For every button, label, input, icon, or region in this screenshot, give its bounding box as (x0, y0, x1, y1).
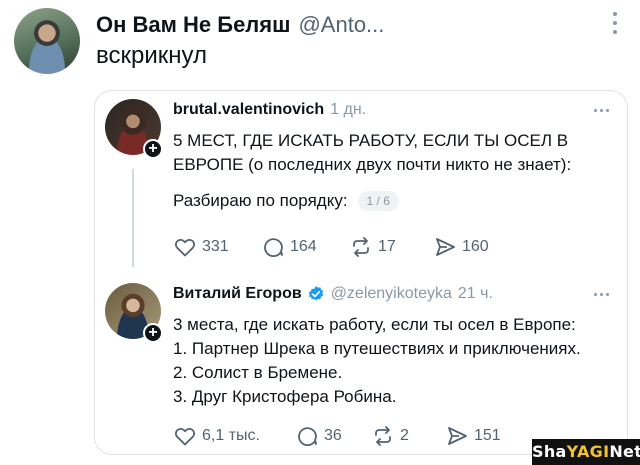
follow-plus-icon[interactable]: + (143, 323, 163, 343)
share-button[interactable]: 151 (445, 424, 501, 448)
like-button[interactable]: 331 (173, 235, 261, 259)
comment-icon (298, 427, 317, 446)
post-text: вскрикнул (96, 42, 207, 69)
thread-post-header: brutal.valentinovich 1 дн. (173, 101, 366, 119)
thread-intro-text: Разбираю по порядку: (173, 191, 348, 210)
reply-post-text: 3 места, где искать работу, если ты осел… (173, 313, 613, 409)
comment-count: 164 (290, 238, 317, 255)
comment-button[interactable]: 164 (261, 235, 349, 259)
reply-line: 3. Друг Кристофера Робина. (173, 387, 397, 406)
repost-icon (375, 426, 391, 446)
reply-post-header: Виталий Егоров @zelenyikoteyka 21 ч. (173, 285, 493, 303)
reply-time: 21 ч. (457, 285, 493, 302)
like-count: 6,1 тыс. (202, 427, 260, 444)
more-dots-icon[interactable] (594, 293, 609, 296)
more-dots-icon[interactable] (594, 109, 609, 112)
thread-time: 1 дн. (330, 101, 367, 118)
thread-connector-line (132, 169, 134, 267)
share-count: 151 (474, 427, 501, 444)
like-count: 331 (202, 238, 229, 255)
post-header: Он Вам Не Беляш @Anto... (96, 10, 620, 40)
reply-line: 2. Солист в Бремене. (173, 363, 343, 382)
share-icon (436, 238, 455, 256)
thread-username[interactable]: brutal.valentinovich (173, 101, 324, 119)
repost-icon (353, 237, 369, 257)
profile-avatar[interactable] (14, 8, 80, 74)
comment-count: 36 (324, 427, 342, 444)
reply-display-name[interactable]: Виталий Егоров (173, 285, 302, 303)
share-icon (448, 427, 467, 445)
share-button[interactable]: 160 (433, 235, 489, 259)
follow-plus-icon[interactable]: + (143, 139, 163, 159)
repost-count: 2 (400, 427, 409, 444)
reply-line: 3 места, где искать работу, если ты осел… (173, 315, 576, 334)
thread-intro: Разбираю по порядку: 1 / 6 (173, 191, 399, 211)
comment-icon (264, 238, 283, 257)
watermark-logo: ShaYAGINet (532, 439, 640, 465)
kebab-menu-icon[interactable] (612, 12, 618, 34)
reply-handle[interactable]: @zelenyikoteyka (331, 285, 452, 303)
heart-icon (175, 238, 195, 257)
thread-post-text: 5 МЕСТ, ГДЕ ИСКАТЬ РАБОТУ, ЕСЛИ ТЫ ОСЕЛ … (173, 131, 572, 174)
thread-action-bar: 331 164 17 160 (173, 235, 489, 259)
comment-button[interactable]: 36 (295, 424, 371, 448)
repost-count: 17 (378, 238, 396, 255)
verified-badge-icon (308, 286, 323, 301)
repost-button[interactable]: 2 (371, 424, 445, 448)
thread-counter-badge: 1 / 6 (357, 191, 399, 211)
reply-action-bar: 6,1 тыс. 36 2 151 (173, 424, 501, 448)
reply-line: 1. Партнер Шрека в путешествиях и приклю… (173, 339, 581, 358)
user-handle[interactable]: @Anto... (298, 12, 384, 38)
display-name[interactable]: Он Вам Не Беляш (96, 12, 290, 38)
repost-button[interactable]: 17 (349, 235, 433, 259)
quoted-thread-card[interactable]: + brutal.valentinovich 1 дн. 5 МЕСТ, ГДЕ… (94, 90, 628, 455)
like-button[interactable]: 6,1 тыс. (173, 424, 295, 448)
heart-icon (175, 427, 195, 446)
share-count: 160 (462, 238, 489, 255)
